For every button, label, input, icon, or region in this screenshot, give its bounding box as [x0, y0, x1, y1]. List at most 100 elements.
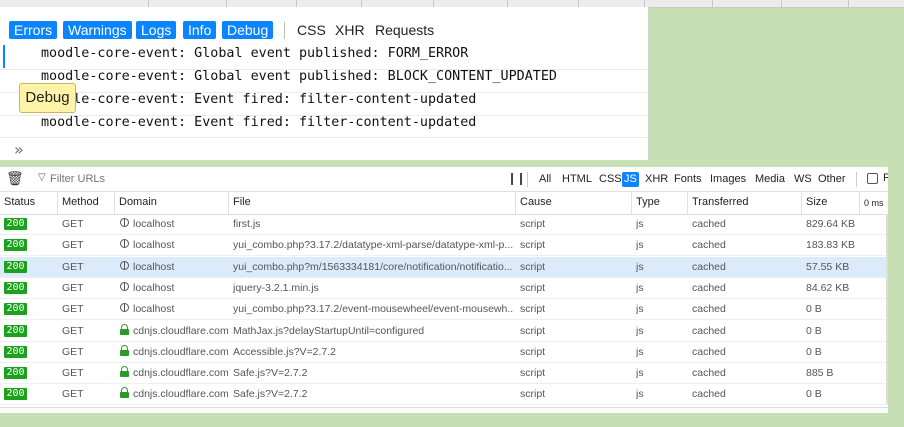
column-divider: [515, 192, 516, 214]
cell-size: 0 B: [806, 303, 822, 316]
globe-icon: [120, 260, 129, 270]
cell-transferred: cached: [692, 345, 726, 358]
cell-transferred: cached: [692, 367, 726, 380]
cell-method: GET: [62, 218, 84, 230]
scrollbar[interactable]: [886, 214, 888, 404]
console-message: moodle-core-event: Event fired: filter-c…: [41, 115, 477, 130]
type-fonts-button[interactable]: Fonts: [672, 172, 704, 187]
debug-tooltip: Debug: [19, 83, 76, 113]
clear-trash-icon[interactable]: 🗑: [6, 171, 24, 187]
column-type[interactable]: Type: [636, 196, 660, 208]
type-ws-button[interactable]: WS: [792, 172, 814, 187]
table-row[interactable]: 200 GET localhost yui_combo.php?3.17.2/data…: [0, 235, 888, 257]
cell-file: yui_combo.php?m/1563334181/core/notifica…: [233, 260, 513, 273]
type-all-button[interactable]: All: [537, 172, 553, 187]
cell-transferred: cached: [692, 218, 726, 230]
column-divider: [57, 192, 58, 214]
cell-cause: script: [520, 281, 546, 294]
status-badge: 200: [4, 303, 27, 316]
column-timeline[interactable]: 0 ms: [864, 198, 884, 208]
status-badge: 200: [4, 388, 27, 401]
table-row[interactable]: 200 GET cdnjs.cloudflare.com Accessible.js?…: [0, 342, 888, 363]
type-js-button[interactable]: JS: [622, 172, 639, 187]
status-badge: 200: [4, 260, 27, 273]
status-badge: 200: [4, 239, 27, 252]
table-row[interactable]: 200 GET localhost first.js script js cached 829…: [0, 214, 888, 235]
cell-cause: script: [520, 260, 546, 273]
status-badge: 200: [4, 218, 27, 230]
type-css-button[interactable]: CSS: [597, 172, 624, 187]
message-divider: [0, 137, 648, 138]
filter-info-button[interactable]: Info: [183, 21, 217, 39]
cell-cause: script: [520, 388, 546, 401]
filter-urls-input[interactable]: [50, 171, 250, 187]
table-row[interactable]: 200 GET localhost yui_combo.php?3.17.2/even…: [0, 299, 888, 321]
filter-errors-button[interactable]: Errors: [9, 21, 58, 39]
column-file[interactable]: File: [233, 196, 251, 208]
filter-requests-button[interactable]: Requests: [370, 21, 439, 39]
toolbar-separator: [856, 172, 857, 187]
table-row[interactable]: 200 GET localhost yui_combo.php?m/156333418…: [0, 256, 888, 278]
type-html-button[interactable]: HTML: [560, 172, 594, 187]
status-badge: 200: [4, 367, 27, 380]
cell-size: 829.64 KB: [806, 218, 856, 230]
cell-cause: script: [520, 303, 546, 316]
cell-file: Safe.js?V=2.7.2: [233, 388, 308, 401]
table-row[interactable]: 200 GET cdnjs.cloudflare.com Safe.js?V=2.7.…: [0, 363, 888, 385]
cell-domain: cdnjs.cloudflare.com: [133, 324, 228, 337]
cell-transferred: cached: [692, 388, 726, 401]
pause-icon[interactable]: ❙❙: [507, 171, 526, 185]
cell-type: js: [636, 345, 644, 358]
cell-file: yui_combo.php?3.17.2/event-mousewheel/ev…: [233, 303, 513, 316]
cell-cause: script: [520, 218, 546, 230]
cell-cause: script: [520, 239, 546, 252]
cell-transferred: cached: [692, 239, 726, 252]
filter-debug-button[interactable]: Debug: [222, 21, 274, 39]
column-method[interactable]: Method: [62, 196, 99, 208]
lock-icon: [120, 344, 129, 356]
cell-domain: localhost: [133, 303, 175, 316]
column-divider: [859, 192, 860, 214]
column-divider: [801, 192, 802, 214]
persist-logs-label: P: [883, 172, 888, 184]
type-other-button[interactable]: Other: [816, 172, 848, 187]
cell-transferred: cached: [692, 303, 726, 316]
column-header-x: X: [33, 0, 40, 2]
cell-domain: cdnjs.cloudflare.com: [133, 367, 228, 380]
column-size[interactable]: Size: [806, 196, 827, 208]
persist-logs-checkbox[interactable]: [867, 173, 878, 184]
filter-warnings-button[interactable]: Warnings: [63, 21, 132, 39]
filter-css-button[interactable]: CSS: [292, 21, 331, 39]
column-status[interactable]: Status: [4, 196, 35, 208]
cell-domain: localhost: [133, 239, 175, 252]
filter-xhr-button[interactable]: XHR: [330, 21, 370, 39]
column-divider: [114, 192, 115, 214]
globe-icon: [120, 281, 129, 291]
cell-size: 885 B: [806, 367, 834, 380]
type-xhr-button[interactable]: XHR: [643, 172, 670, 187]
table-row[interactable]: 200 GET cdnjs.cloudflare.com MathJax.js?del…: [0, 321, 888, 342]
column-cause[interactable]: Cause: [520, 196, 552, 208]
network-summary-bar: [0, 407, 888, 413]
table-row[interactable]: 200 GET cdnjs.cloudflare.com Safe.js?V=2.7.…: [0, 384, 888, 406]
cell-method: GET: [62, 324, 84, 337]
table-row[interactable]: 200 GET localhost jquery-3.2.1.min.js script…: [0, 278, 888, 299]
cell-domain: localhost: [133, 281, 175, 294]
cell-method: GET: [62, 303, 84, 316]
globe-icon: [120, 303, 129, 313]
cell-domain: localhost: [133, 218, 175, 230]
column-header-m: M: [801, 0, 809, 2]
column-divider: [631, 192, 632, 214]
column-transferred[interactable]: Transferred: [692, 196, 748, 208]
filter-logs-button[interactable]: Logs: [136, 21, 177, 39]
cell-method: GET: [62, 260, 84, 273]
column-domain[interactable]: Domain: [119, 196, 157, 208]
type-media-button[interactable]: Media: [753, 172, 787, 187]
cell-size: 183.83 KB: [806, 239, 856, 252]
column-divider: [228, 192, 229, 214]
cell-type: js: [636, 239, 644, 252]
console-input-prompt-icon[interactable]: »: [14, 140, 24, 159]
toolbar-separator: [527, 172, 528, 187]
console-filter-bar: Errors Warnings Logs Info Debug CSS XHR …: [0, 19, 648, 41]
type-images-button[interactable]: Images: [708, 172, 748, 187]
